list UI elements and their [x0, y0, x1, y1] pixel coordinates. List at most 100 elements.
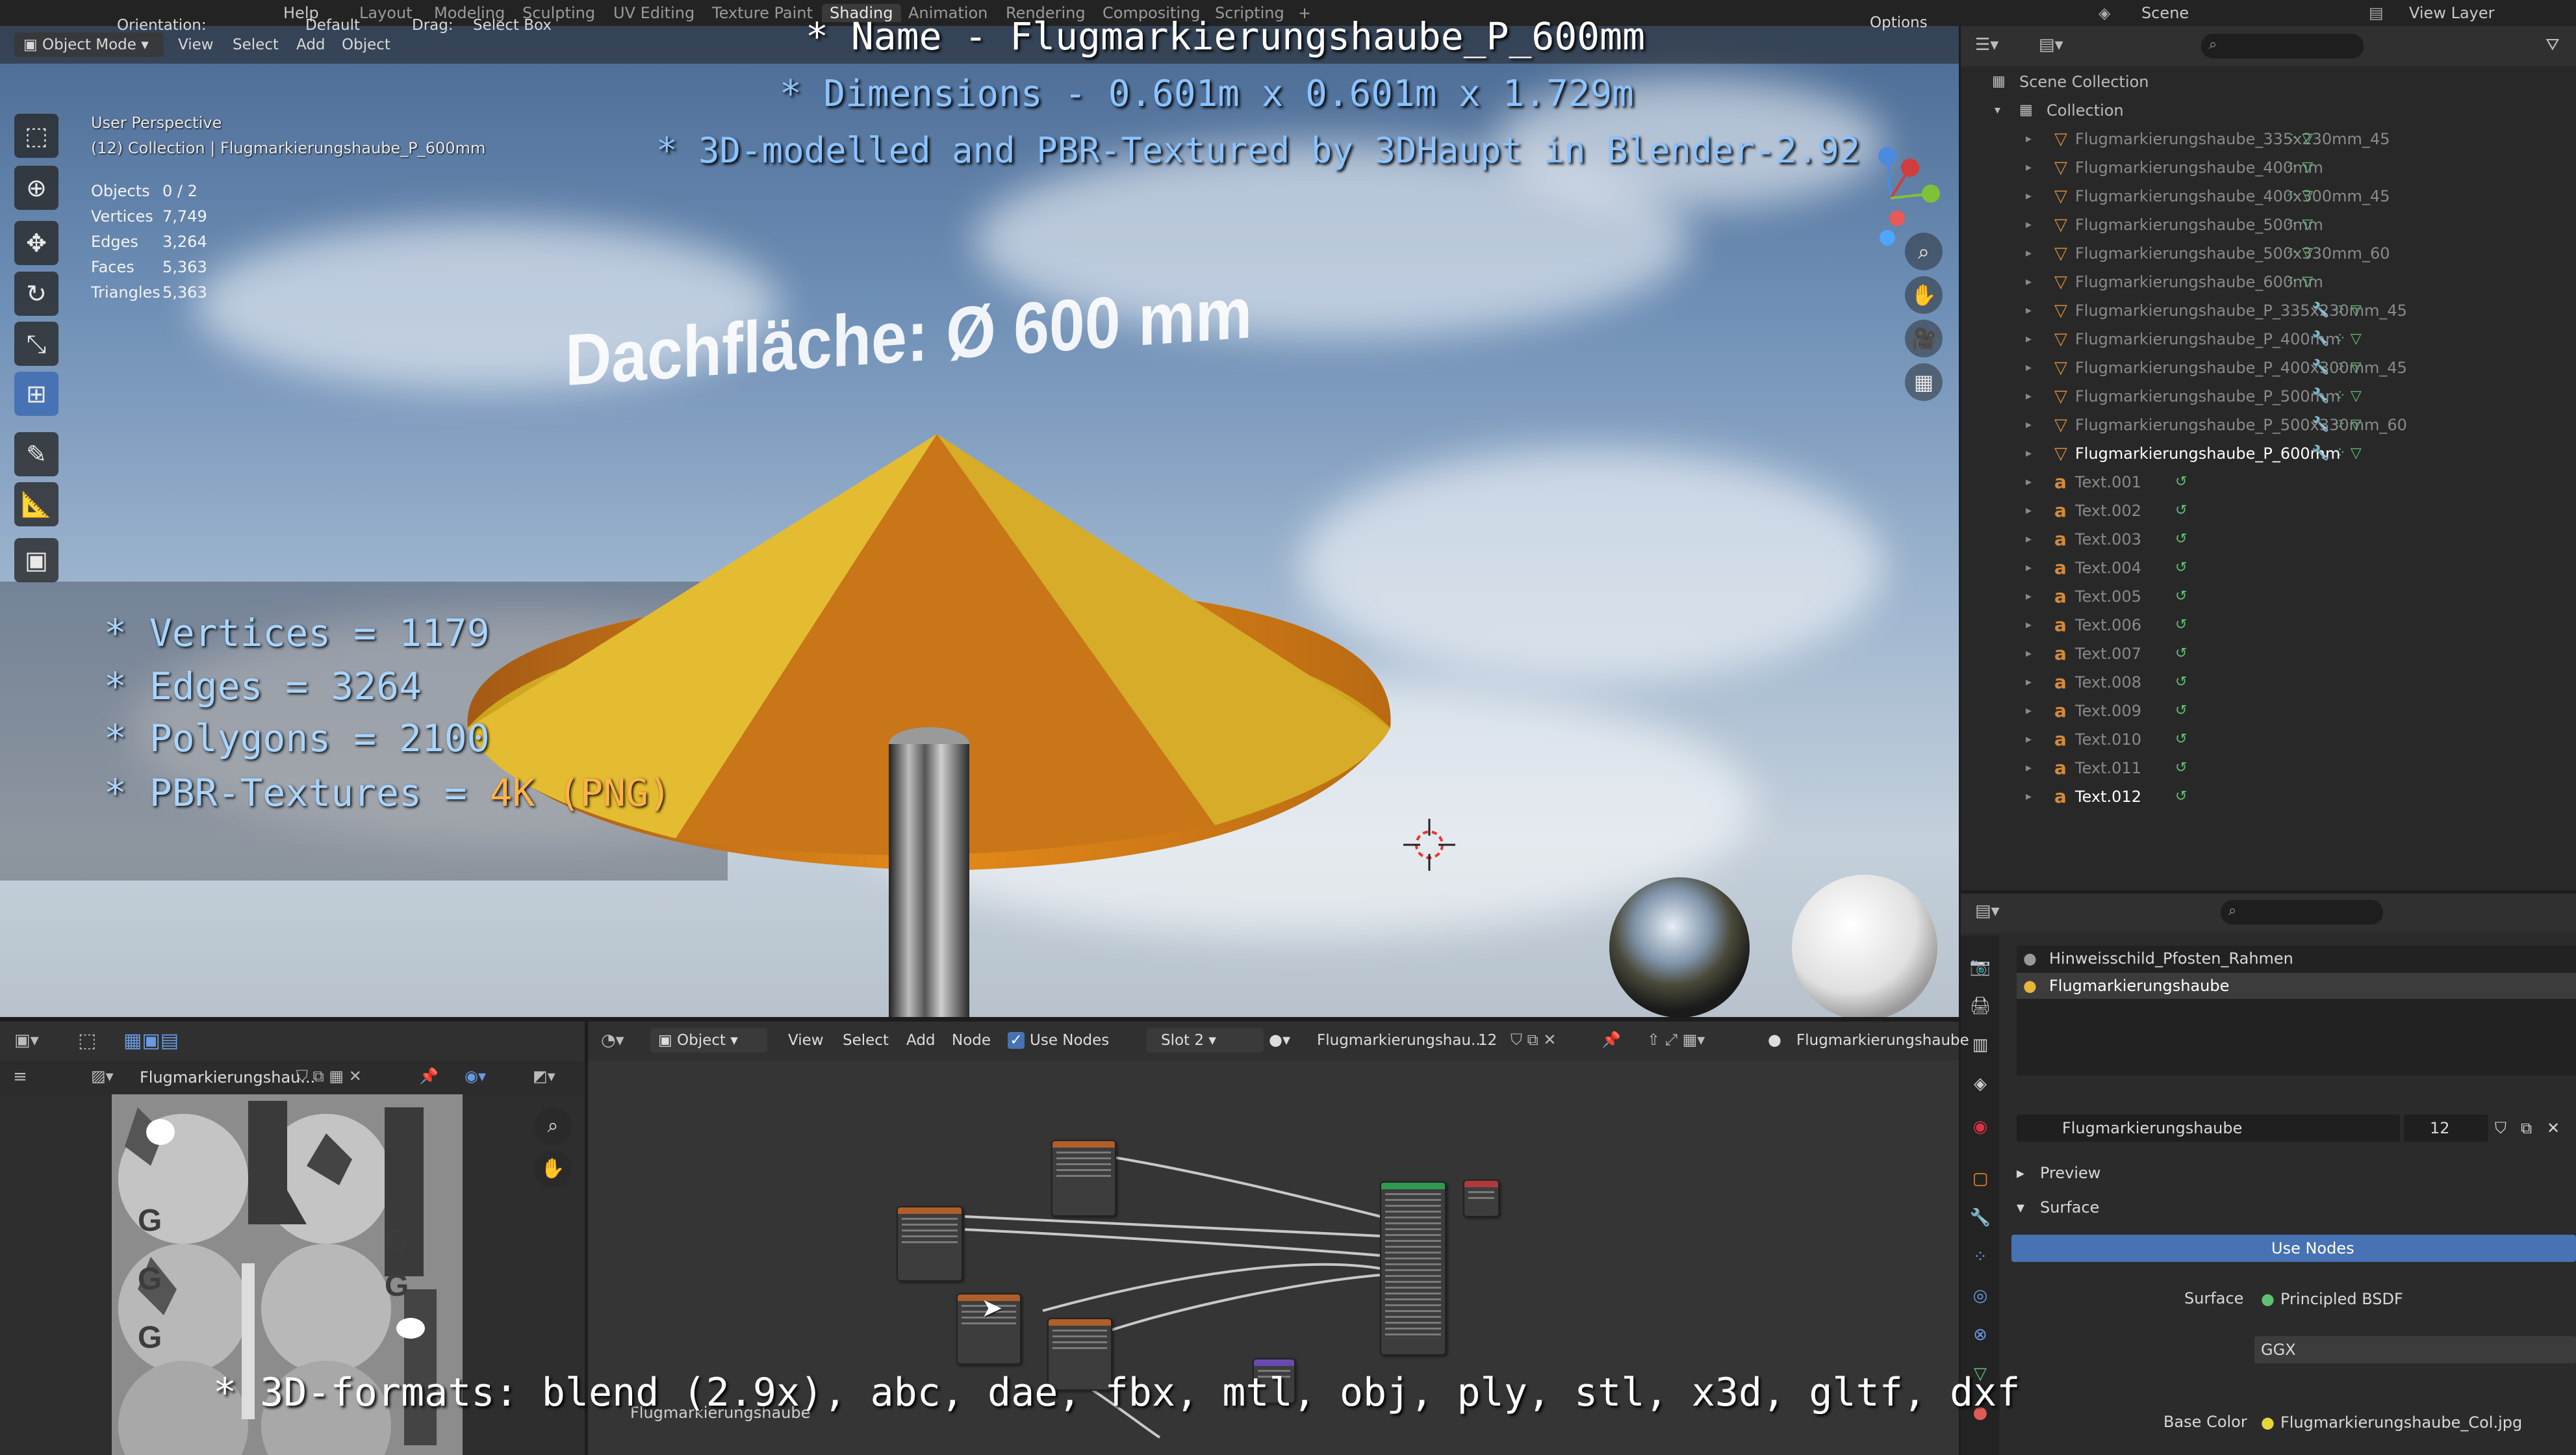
view-layer-name[interactable]: View Layer — [2409, 4, 2495, 22]
outliner-object-row[interactable]: ▸ ▽ Flugmarkierungshaube_P_500mm 🔧 ⁘ ▽ — [1961, 382, 2576, 411]
outliner-object-row[interactable]: ▸ ▽ Flugmarkierungshaube_500x330mm_60 ⁘ ▽ — [1961, 239, 2576, 268]
output-tab-icon[interactable]: 🖨 — [1969, 994, 1992, 1018]
modifier-icon[interactable]: ⁘ ▽ — [2286, 268, 2313, 296]
tab-uv-editing[interactable]: UV Editing — [613, 4, 695, 22]
tab-layout[interactable]: Layout — [359, 4, 413, 22]
expand-arrow-icon[interactable]: ▸ — [2026, 354, 2032, 382]
modifier-icon[interactable]: 🔧 ⁘ ▽ — [2312, 411, 2362, 439]
expand-arrow-icon[interactable]: ▸ — [2026, 411, 2032, 439]
outliner-text-row[interactable]: ▸ a Text.009 ↺ — [1961, 697, 2576, 725]
menu-view[interactable]: View — [788, 1032, 824, 1049]
scene-icon[interactable]: ◈ — [2098, 4, 2110, 22]
camera-icon[interactable]: 🎥 — [1905, 320, 1943, 357]
outliner-text-row[interactable]: ▸ a Text.010 ↺ — [1961, 725, 2576, 754]
outliner-object-row[interactable]: ▸ ▽ Flugmarkierungshaube_400mm ⁘ ▽ — [1961, 153, 2576, 182]
material-users-field[interactable]: 12 — [2404, 1114, 2488, 1142]
expand-arrow-icon[interactable]: ▸ — [2026, 554, 2032, 582]
image-name[interactable]: Flugmarkierungshau... — [140, 1068, 315, 1087]
menu-icon[interactable]: ≡ — [13, 1067, 27, 1087]
modifier-icon[interactable]: 🔧 ⁘ ▽ — [2312, 354, 2362, 382]
scale-tool-icon[interactable]: ⤡ — [14, 322, 58, 366]
move-tool-icon[interactable]: ✥ — [14, 221, 58, 265]
material-slot-item[interactable]: ● Hinweisschild_Pfosten_Rahmen — [2017, 946, 2576, 972]
outliner-text-row[interactable]: ▸ a Text.011 ↺ — [1961, 754, 2576, 782]
expand-arrow-icon[interactable]: ▸ — [2026, 611, 2032, 639]
curve-data-icon[interactable]: ↺ — [2175, 496, 2187, 525]
editor-type-icon[interactable]: ☰▾ — [1975, 35, 1998, 55]
outliner-text-row[interactable]: ▸ a Text.003 ↺ — [1961, 525, 2576, 554]
overlay-icon[interactable]: ◉▾ — [465, 1067, 486, 1085]
outliner-object-row[interactable]: ▸ ▽ Flugmarkierungshaube_500mm ⁘ ▽ — [1961, 211, 2576, 239]
properties-search-input[interactable]: ⌕ — [2221, 900, 2383, 925]
expand-arrow-icon[interactable]: ▸ — [2026, 182, 2032, 211]
physics-tab-icon[interactable]: ◎ — [1969, 1284, 1992, 1307]
modifier-icon[interactable]: ⁘ ▽ — [2286, 153, 2313, 182]
outliner-object-row[interactable]: ▸ ▽ Flugmarkierungshaube_600mm ⁘ ▽ — [1961, 268, 2576, 296]
modifier-tab-icon[interactable]: 🔧 — [1969, 1206, 1992, 1230]
scene-tab-icon[interactable]: ◈ — [1969, 1072, 1992, 1096]
expand-arrow-icon[interactable]: ▸ — [2026, 639, 2032, 668]
expand-arrow-icon[interactable]: ▾ — [1995, 96, 2000, 125]
expand-arrow-icon[interactable]: ▸ — [2026, 697, 2032, 725]
curve-data-icon[interactable]: ↺ — [2175, 554, 2187, 582]
principled-bsdf-node[interactable] — [1380, 1181, 1446, 1356]
use-nodes-checkbox[interactable]: ✓ — [1008, 1032, 1025, 1049]
expand-arrow-icon[interactable]: ▸ — [2026, 382, 2032, 411]
axis-gizmo[interactable] — [1878, 147, 1940, 246]
material-browse-icon[interactable]: ●▾ — [1269, 1031, 1290, 1049]
pin-icon[interactable]: 📌 — [1601, 1031, 1621, 1049]
curve-data-icon[interactable]: ↺ — [2175, 754, 2187, 782]
pan-hand-icon[interactable]: ✋ — [1905, 276, 1943, 314]
expand-arrow-icon[interactable]: ▸ — [2026, 725, 2032, 754]
drag-select[interactable]: Select Box — [473, 13, 552, 38]
modifier-icon[interactable]: ⁘ ▽ — [2286, 182, 2313, 211]
filter-icon[interactable]: ⛛ — [2545, 35, 2560, 55]
transform-tool-icon[interactable]: ⊞ — [14, 372, 58, 416]
expand-arrow-icon[interactable]: ▸ — [2026, 125, 2032, 153]
outliner-text-row[interactable]: ▸ a Text.001 ↺ — [1961, 468, 2576, 496]
outliner-search-input[interactable]: ⌕ — [2201, 34, 2364, 58]
view-layer-tab-icon[interactable]: ▥ — [1969, 1033, 1992, 1057]
outliner-text-row[interactable]: ▸ a Text.004 ↺ — [1961, 554, 2576, 582]
3d-cursor[interactable] — [1403, 819, 1455, 871]
duplicate-icon[interactable]: ⧉ — [2521, 1119, 2532, 1137]
expand-arrow-icon[interactable]: ▸ — [2026, 325, 2032, 354]
unlink-icon[interactable]: ✕ — [2547, 1119, 2560, 1137]
curve-data-icon[interactable]: ↺ — [2175, 468, 2187, 496]
modifier-icon[interactable]: 🔧 ⁘ ▽ — [2312, 382, 2362, 411]
slot-select[interactable]: Slot 2 ▾ — [1147, 1028, 1264, 1053]
surface-shader-field[interactable]: ● Principled BSDF — [2254, 1285, 2576, 1313]
select-tool-icon[interactable]: ⬚ — [14, 114, 58, 158]
outliner-object-row[interactable]: ▸ ▽ Flugmarkierungshaube_335x230mm_45 ⁘ ▽ — [1961, 125, 2576, 153]
curve-data-icon[interactable]: ↺ — [2175, 697, 2187, 725]
display-channel-icon[interactable]: ◩▾ — [533, 1067, 555, 1085]
expand-arrow-icon[interactable]: ▸ — [2026, 496, 2032, 525]
modifier-icon[interactable]: ⁘ ▽ — [2286, 125, 2313, 153]
modifier-icon[interactable]: ⁘ ▽ — [2286, 239, 2313, 268]
outliner-text-row[interactable]: ▸ a Text.007 ↺ — [1961, 639, 2576, 668]
menu-add[interactable]: Add — [906, 1032, 936, 1049]
add-cube-tool-icon[interactable]: ▣ — [14, 538, 58, 582]
view-layer-icon[interactable]: ▤ — [2369, 4, 2384, 22]
outliner-object-row[interactable]: ▸ ▽ Flugmarkierungshaube_P_500x330mm_60 🔧 ⁘… — [1961, 411, 2576, 439]
image-actions-icon[interactable]: ⛉ ⧉ ▦ ✕ — [296, 1067, 362, 1085]
particles-tab-icon[interactable]: ⁘ — [1969, 1245, 1992, 1268]
expand-arrow-icon[interactable]: ▸ — [2026, 268, 2032, 296]
modifier-icon[interactable]: 🔧 ⁘ ▽ — [2312, 296, 2362, 325]
tab-texture-paint[interactable]: Texture Paint — [712, 4, 813, 22]
object-type-select[interactable]: ▣ Object ▾ — [650, 1028, 767, 1053]
cursor-tool-icon[interactable]: ⊕ — [14, 166, 58, 210]
outliner-text-row[interactable]: ▸ a Text.008 ↺ — [1961, 668, 2576, 697]
expand-arrow-icon[interactable]: ▸ — [2026, 668, 2032, 697]
curve-data-icon[interactable]: ↺ — [2175, 668, 2187, 697]
modifier-icon[interactable]: ⁘ ▽ — [2286, 211, 2313, 239]
curve-data-icon[interactable]: ↺ — [2175, 611, 2187, 639]
expand-arrow-icon[interactable]: ▸ — [2026, 754, 2032, 782]
select-tool-icon[interactable]: ⬚ — [78, 1029, 96, 1052]
surface-panel-header[interactable]: ▾ Surface — [2017, 1194, 2576, 1220]
fake-user-icon[interactable]: ⛉ — [2495, 1119, 2506, 1137]
base-color-field[interactable]: ● Flugmarkierungshaube_Col.jpg — [2254, 1409, 2576, 1436]
curve-data-icon[interactable]: ↺ — [2175, 782, 2187, 811]
zoom-icon[interactable]: ⌕ — [534, 1107, 572, 1145]
preview-panel-header[interactable]: ▸ Preview — [2017, 1160, 2576, 1186]
